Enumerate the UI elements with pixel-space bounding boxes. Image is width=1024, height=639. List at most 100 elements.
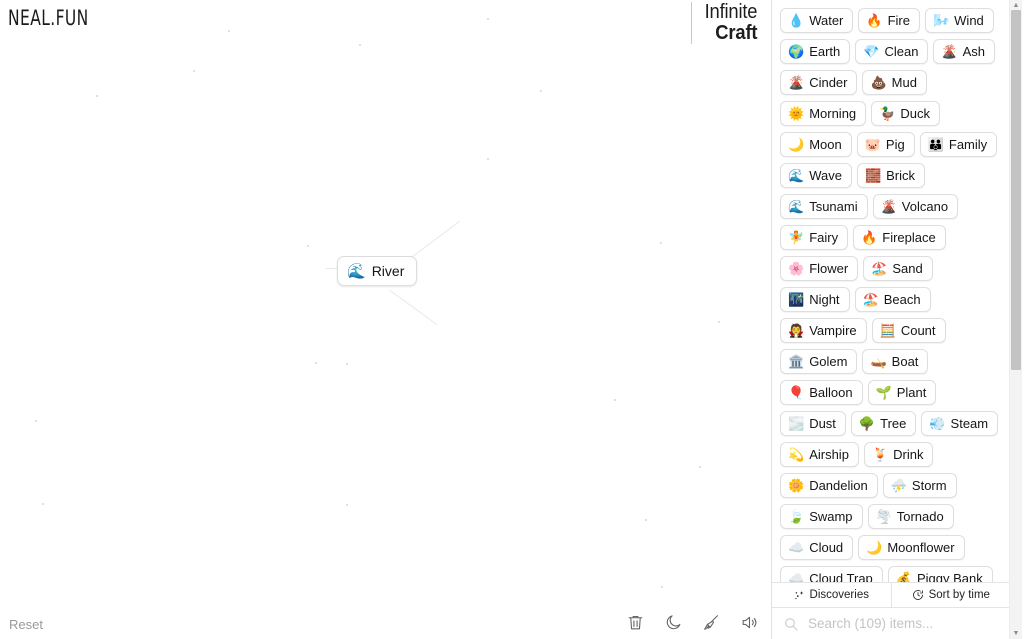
element-chip-label: Swamp — [809, 509, 853, 524]
element-chip[interactable]: 🌃 Night — [780, 287, 850, 312]
element-emoji-icon: 🔥 — [861, 230, 878, 245]
sound-icon[interactable] — [738, 611, 760, 633]
element-chip[interactable]: 🌋 Ash — [933, 39, 996, 64]
reset-button[interactable]: Reset — [9, 617, 43, 632]
canvas-toolbar — [624, 611, 760, 633]
tab-sort-by-time[interactable]: Sort by time — [890, 583, 1011, 607]
scroll-down-arrow[interactable]: ▼ — [1010, 628, 1022, 639]
element-chip[interactable]: 💨 Steam — [921, 411, 999, 436]
element-emoji-icon: 💎 — [863, 44, 880, 59]
tab-discoveries[interactable]: Discoveries — [772, 583, 891, 607]
element-chip-label: Duck — [900, 106, 930, 121]
neal-fun-logo[interactable]: NEAL.FUN — [8, 6, 89, 30]
element-chip-label: Vampire — [809, 323, 857, 338]
element-emoji-icon: 🌋 — [880, 199, 897, 214]
element-chip[interactable]: 💩 Mud — [862, 70, 927, 95]
search-input[interactable] — [806, 615, 1000, 632]
element-chip[interactable]: 🌙 Moon — [780, 132, 852, 157]
element-chip[interactable]: 🧱 Brick — [856, 163, 926, 188]
element-emoji-icon: 🌳 — [858, 416, 876, 431]
search-bar[interactable] — [772, 608, 1010, 639]
element-chip[interactable]: 🍃 Swamp — [780, 504, 863, 529]
element-chip-label: Drink — [893, 447, 924, 462]
canvas-element-river[interactable]: 🌊 River — [337, 256, 418, 286]
element-chip[interactable]: 🛶 Boat — [862, 349, 929, 374]
element-chip[interactable]: ⛈️ Storm — [882, 473, 957, 498]
element-chip[interactable]: 💰 Piggy Bank — [887, 566, 993, 582]
element-chip[interactable]: 💧 Water — [780, 8, 854, 33]
element-chip-label: Volcano — [901, 199, 949, 214]
element-chip[interactable]: 🧚 Fairy — [780, 225, 849, 250]
background-particle — [718, 321, 720, 323]
element-chip[interactable]: 🌋 Cinder — [780, 70, 858, 95]
element-chip[interactable]: 🌱 Plant — [867, 380, 937, 405]
element-emoji-icon: 🎈 — [788, 385, 805, 400]
element-chip[interactable]: 🔥 Fire — [858, 8, 920, 33]
element-emoji-icon: 💨 — [929, 416, 946, 431]
element-chip-label: Fairy — [809, 230, 839, 245]
element-chip[interactable]: 💎 Clean — [855, 39, 929, 64]
element-chip-label: Flower — [809, 261, 849, 276]
element-chip[interactable]: 🧮 Count — [871, 318, 946, 343]
element-chip-label: Count — [900, 323, 936, 338]
element-chip[interactable]: 🐷 Pig — [856, 132, 915, 157]
game-title-line2: Craft — [714, 22, 757, 44]
element-emoji-icon: 🐷 — [864, 137, 881, 152]
element-chip[interactable]: 💫 Airship — [780, 442, 859, 467]
element-emoji-icon: 💫 — [788, 447, 805, 462]
element-chip[interactable]: 🌊 Wave — [780, 163, 852, 188]
sidebar-scrollbar-track[interactable]: ▲ ▼ — [1009, 0, 1022, 639]
element-chip[interactable]: 🌞 Morning — [780, 101, 867, 126]
element-chip[interactable]: 🍹 Drink — [863, 442, 934, 467]
element-chip[interactable]: 🌙 Moonflower — [858, 535, 965, 560]
element-chip[interactable]: ☁️ Cloud — [780, 535, 854, 560]
background-particle — [193, 70, 195, 72]
broom-icon[interactable] — [700, 611, 722, 633]
element-chip-label: Airship — [809, 447, 849, 462]
background-particle — [614, 399, 616, 401]
element-emoji-icon: 🛶 — [870, 354, 887, 369]
element-chip[interactable]: 🏛️ Golem — [780, 349, 858, 374]
element-chip[interactable]: 🌋 Volcano — [872, 194, 959, 219]
element-chip-label: Golem — [809, 354, 848, 369]
element-chip[interactable]: 🌪️ Tornado — [867, 504, 954, 529]
elements-sidebar: 💧 Water 🔥 Fire 🌬️ Wind 🌍 Earth 💎 Clean 🌋 Ash 🌋 Cinder… — [771, 0, 1024, 639]
element-emoji-icon: 🌊 — [788, 199, 805, 214]
trash-icon[interactable] — [624, 611, 646, 633]
element-chip[interactable]: 🌊 Tsunami — [780, 194, 868, 219]
element-chip[interactable]: 🌳 Tree — [850, 411, 917, 436]
element-chip[interactable]: 🌼 Dandelion — [780, 473, 878, 498]
elements-scroll-area[interactable]: 💧 Water 🔥 Fire 🌬️ Wind 🌍 Earth 💎 Clean 🌋 Ash 🌋 Cinder… — [772, 0, 1024, 582]
element-chip[interactable]: 🌫️ Dust — [780, 411, 846, 436]
element-chip[interactable]: 🌸 Flower — [780, 256, 859, 281]
element-chip[interactable]: 🦆 Duck — [871, 101, 940, 126]
element-emoji-icon: 💰 — [895, 571, 912, 582]
element-emoji-icon: 🌞 — [788, 106, 805, 121]
element-emoji-icon: 🌪️ — [875, 509, 892, 524]
element-emoji-icon: 🏛️ — [788, 354, 805, 369]
element-chip[interactable]: 🧛 Vampire — [780, 318, 867, 343]
canvas-element-label: River — [371, 263, 405, 279]
element-chip[interactable]: 🏖️ Sand — [863, 256, 933, 281]
background-particle — [359, 44, 361, 46]
element-chip[interactable]: 👪 Family — [919, 132, 998, 157]
element-chip[interactable]: 🔥 Fireplace — [853, 225, 946, 250]
background-particle — [346, 504, 348, 506]
element-chip[interactable]: 🌍 Earth — [780, 39, 851, 64]
element-chip[interactable]: ☁️ Cloud Trap — [780, 566, 883, 582]
element-chip-label: Dust — [809, 416, 836, 431]
element-chip-label: Beach — [883, 292, 921, 307]
element-emoji-icon: 🧱 — [864, 168, 882, 183]
element-chip[interactable]: 🎈 Balloon — [780, 380, 863, 405]
element-chip-label: Family — [948, 137, 988, 152]
sidebar-scrollbar-thumb[interactable] — [1011, 10, 1021, 370]
element-chip[interactable]: 🌬️ Wind — [924, 8, 994, 33]
background-particle — [645, 519, 647, 521]
moon-icon[interactable] — [662, 611, 684, 633]
element-chip-label: Cloud — [809, 540, 844, 555]
game-canvas[interactable]: NEAL.FUN Infinite Craft 🌊 River Reset — [0, 0, 771, 639]
element-chip[interactable]: 🏖️ Beach — [854, 287, 931, 312]
element-emoji-icon: ⛈️ — [890, 478, 907, 493]
element-emoji-icon: 🌙 — [866, 540, 883, 555]
element-chip-label: Earth — [809, 44, 841, 59]
